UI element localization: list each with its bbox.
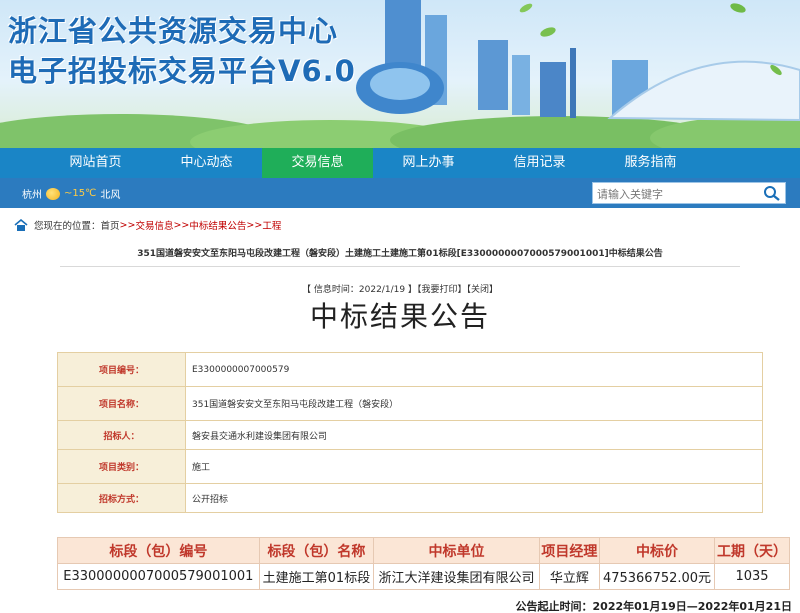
info-time-prefix: 【 信息时间： [302, 285, 359, 295]
tenderer-label: 招标人： [57, 420, 186, 450]
close-link[interactable]: 【关闭】 [466, 285, 498, 295]
header-banner: 浙江省公共资源交易中心 电子招投标交易平台V6.0 [0, 0, 800, 148]
col-header-lot-number: 标段（包）编号 [57, 537, 260, 564]
info-time-suffix: 】 [405, 285, 417, 295]
breadcrumb-separator: >> [246, 219, 263, 231]
weather-widget: 杭州 ~15℃ 北风 [22, 186, 120, 201]
table-row: 项目编号： E3300000007000579 [57, 352, 763, 387]
nav-item-trade-info[interactable]: 交易信息 [262, 148, 373, 178]
project-info-table: 项目编号： E3300000007000579 项目名称： 351国道磐安安文至… [57, 352, 763, 513]
project-name-label: 项目名称： [57, 386, 186, 421]
nav-item-service-guide[interactable]: 服务指南 [595, 148, 706, 178]
tender-method-label: 招标方式： [57, 483, 186, 513]
tenderer-value: 磐安县交通水利建设集团有限公司 [185, 420, 763, 450]
nav-item-credit-records[interactable]: 信用记录 [484, 148, 595, 178]
breadcrumb: 您现在的位置： 首页 >> 交易信息 >> 中标结果公告 >> 工程 [14, 216, 281, 234]
col-header-duration: 工期（天） [714, 537, 790, 564]
project-category-label: 项目类别： [57, 449, 186, 484]
notice-period-label: 公告起止时间： [515, 600, 593, 613]
breadcrumb-prefix: 您现在的位置： [34, 221, 101, 232]
col-header-lot-name: 标段（包）名称 [258, 537, 375, 564]
breadcrumb-winning-notice[interactable]: 中标结果公告 [189, 218, 246, 232]
col-header-project-manager: 项目经理 [538, 537, 600, 564]
weather-wind: 北风 [100, 190, 121, 201]
nav-item-home[interactable]: 网站首页 [40, 148, 151, 178]
sun-icon [46, 187, 60, 200]
site-title-line1: 浙江省公共资源交易中心 [8, 14, 339, 48]
lot-name-cell: 土建施工第01标段 [258, 563, 375, 590]
info-date: 2022/1/19 [358, 285, 406, 295]
table-row: E3300000007000579001001 土建施工第01标段 浙江大洋建设… [57, 563, 790, 590]
breadcrumb-home[interactable]: 首页 [101, 218, 120, 232]
search-input[interactable] [593, 184, 753, 205]
table-row: 招标方式： 公开招标 [57, 483, 763, 513]
print-link[interactable]: 【我要打印】 [417, 285, 467, 295]
weather-temperature: ~15℃ [64, 188, 97, 199]
duration-cell: 1035 [714, 563, 790, 590]
breadcrumb-separator: >> [119, 219, 136, 231]
nav-item-online-service[interactable]: 网上办事 [373, 148, 484, 178]
divider [60, 266, 740, 267]
search-box [592, 182, 786, 205]
notice-period-value: 2022年01月19日—2022年01月21日 [592, 600, 792, 613]
col-header-winning-unit: 中标单位 [373, 537, 540, 564]
project-category-value: 施工 [185, 449, 763, 484]
breadcrumb-engineering[interactable]: 工程 [262, 218, 281, 232]
info-line: 【 信息时间：2022/1/19 】【我要打印】【关闭】 [0, 282, 800, 295]
nav-item-center-news[interactable]: 中心动态 [151, 148, 262, 178]
weather-city: 杭州 [22, 190, 42, 201]
home-icon [14, 219, 28, 231]
page: 浙江省公共资源交易中心 电子招投标交易平台V6.0 网站首页 中心动态 交易信息… [0, 0, 800, 613]
project-number-label: 项目编号： [57, 352, 186, 387]
site-title-line2: 电子招投标交易平台V6.0 [8, 54, 356, 88]
notice-heading: 351国道磐安安文至东阳马屯段改建工程（磐安段）土建施工土建施工第01标段[E3… [137, 249, 663, 259]
notice-period: 公告起止时间：2022年01月19日—2022年01月21日 [516, 598, 792, 613]
table-header-row: 标段（包）编号 标段（包）名称 中标单位 项目经理 中标价 工期（天） [57, 537, 790, 564]
project-name-value: 351国道磐安安文至东阳马屯段改建工程（磐安段） [185, 386, 763, 421]
tender-method-value: 公开招标 [185, 483, 763, 513]
winning-price-cell: 475366752.00元 [598, 563, 716, 590]
table-row: 招标人： 磐安县交通水利建设集团有限公司 [57, 420, 763, 450]
breadcrumb-trade-info[interactable]: 交易信息 [135, 218, 173, 232]
project-number-value: E3300000007000579 [185, 352, 763, 387]
main-nav: 网站首页 中心动态 交易信息 网上办事 信用记录 服务指南 [0, 148, 800, 178]
table-row: 项目类别： 施工 [57, 449, 763, 484]
col-header-winning-price: 中标价 [598, 537, 716, 564]
page-title: 中标结果公告 [309, 300, 490, 333]
bid-result-table: 标段（包）编号 标段（包）名称 中标单位 项目经理 中标价 工期（天） E330… [57, 537, 790, 590]
breadcrumb-separator: >> [173, 219, 190, 231]
search-icon[interactable] [763, 185, 781, 201]
table-row: 项目名称： 351国道磐安安文至东阳马屯段改建工程（磐安段） [57, 386, 763, 421]
project-manager-cell: 华立辉 [538, 563, 600, 590]
lot-number-cell: E3300000007000579001001 [57, 563, 260, 590]
weather-search-bar: 杭州 ~15℃ 北风 [0, 178, 800, 208]
winning-unit-cell: 浙江大洋建设集团有限公司 [373, 563, 540, 590]
